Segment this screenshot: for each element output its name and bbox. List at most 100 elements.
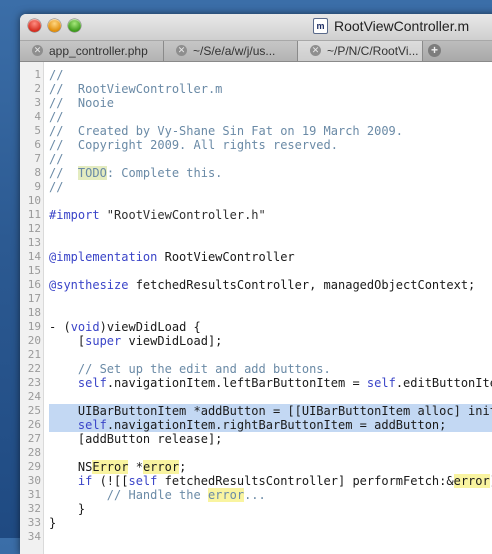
code-line[interactable]: 24 xyxy=(20,390,492,404)
code-line[interactable]: 20 [super viewDidLoad]; xyxy=(20,334,492,348)
add-tab-icon[interactable]: + xyxy=(428,44,441,57)
code-line[interactable]: 3 // Nooie xyxy=(20,96,492,110)
tab-root-view-controller[interactable]: ✕ ~/P/N/C/RootVi... xyxy=(298,41,423,61)
line-number: 13 xyxy=(27,236,41,249)
code-line[interactable]: 4 // xyxy=(20,110,492,124)
code-token: Error xyxy=(92,460,129,474)
code-line[interactable]: 27 [addButton release]; xyxy=(20,432,492,446)
tab-bar: ✕ app_controller.php ✕ ~/S/e/a/w/j/us...… xyxy=(20,41,492,62)
code-token: .editButtonItem; xyxy=(395,376,492,390)
code-line[interactable]: 25 UIBarButtonItem *addButton = [[UIBarB… xyxy=(20,404,492,418)
code-text: } xyxy=(49,516,56,530)
code-token: viewDidLoad]; xyxy=(121,334,223,348)
code-token: [addButton release]; xyxy=(49,432,223,446)
code-text: // xyxy=(49,180,63,194)
line-number: 12 xyxy=(27,222,41,235)
code-line[interactable]: 31 // Handle the error... xyxy=(20,488,492,502)
line-number: 2 xyxy=(34,82,41,95)
code-line[interactable]: 22 // Set up the edit and add buttons. xyxy=(20,362,492,376)
code-text: [addButton release]; xyxy=(49,432,223,446)
code-line[interactable]: 10 xyxy=(20,194,492,208)
line-number: 32 xyxy=(27,502,41,515)
tab-app-controller[interactable]: ✕ app_controller.php xyxy=(20,41,164,61)
tab-close-icon[interactable]: ✕ xyxy=(176,45,187,56)
code-token: error xyxy=(142,460,180,474)
code-token: // Set up the edit and add buttons. xyxy=(49,362,331,376)
line-number: 23 xyxy=(27,376,41,389)
tab-close-icon[interactable]: ✕ xyxy=(32,45,43,56)
code-line[interactable]: 19 - (void)viewDidLoad { xyxy=(20,320,492,334)
tab-user-file[interactable]: ✕ ~/S/e/a/w/j/us... xyxy=(164,41,298,61)
code-token: @implementation xyxy=(49,250,158,264)
line-number: 18 xyxy=(27,306,41,319)
line-number: 20 xyxy=(27,334,41,347)
code-token: @synthesize xyxy=(49,278,129,292)
code-token: // xyxy=(49,180,64,194)
code-token: // Handle the xyxy=(49,488,208,502)
code-line[interactable]: 15 xyxy=(20,264,492,278)
code-line[interactable]: 17 xyxy=(20,292,492,306)
code-line[interactable]: 29 NSError *error; xyxy=(20,460,492,474)
zoom-window-button[interactable] xyxy=(68,19,81,32)
code-editor[interactable]: 1//2// RootViewController.m 3// Nooie 4//5… xyxy=(20,62,492,554)
tab-close-icon[interactable]: ✕ xyxy=(310,45,321,56)
code-text: // Nooie xyxy=(49,96,114,110)
code-token: NS xyxy=(49,460,93,474)
line-number: 6 xyxy=(34,138,41,151)
code-line[interactable]: 6 // Copyright 2009. All rights reserved. xyxy=(20,138,492,152)
code-line[interactable]: 9 // xyxy=(20,180,492,194)
code-line[interactable]: 23 self.navigationItem.leftBarButtonItem… xyxy=(20,376,492,390)
line-number: 19 xyxy=(27,320,41,333)
code-line[interactable]: 16 @synthesize fetchedResultsController, … xyxy=(20,278,492,292)
line-number: 33 xyxy=(27,516,41,529)
code-line[interactable]: 21 xyxy=(20,348,492,362)
line-number: 4 xyxy=(34,110,41,123)
code-line[interactable]: 33} xyxy=(20,516,492,530)
code-token: * xyxy=(128,460,143,474)
code-line[interactable]: 28 xyxy=(20,446,492,460)
code-text: #import "RootViewController.h" xyxy=(49,208,266,222)
code-line[interactable]: 30 if (![[self fetchedResultsController]… xyxy=(20,474,492,488)
line-number: 22 xyxy=(27,362,41,375)
code-token: self xyxy=(77,376,107,390)
code-line[interactable]: 2 // RootViewController.m xyxy=(20,82,492,96)
code-line[interactable]: 1 // xyxy=(20,68,492,82)
code-line[interactable]: 12 xyxy=(20,222,492,236)
code-token: // xyxy=(49,110,64,124)
code-text: if (![[self fetchedResultsController] pe… xyxy=(49,474,492,488)
line-number: 8 xyxy=(34,166,41,179)
code-line[interactable]: 18 xyxy=(20,306,492,320)
close-window-button[interactable] xyxy=(28,19,41,32)
code-text: self.navigationItem.leftBarButtonItem = … xyxy=(49,376,492,390)
code-line[interactable]: 26 self.navigationItem.rightBarButtonIte… xyxy=(20,418,492,432)
code-line[interactable]: 8 // TODO: Complete this. xyxy=(20,166,492,180)
code-token: UIBarButtonItem *addButton = [[UIBarButt… xyxy=(77,404,492,418)
line-number: 10 xyxy=(27,194,41,207)
minimize-window-button[interactable] xyxy=(48,19,61,32)
line-number: 24 xyxy=(27,390,41,403)
code-line[interactable]: 34 xyxy=(20,530,492,544)
code-line[interactable]: 5 // Created by Vy-Shane Sin Fat on 19 Ma… xyxy=(20,124,492,138)
code-token: self xyxy=(366,376,396,390)
code-token: - ( xyxy=(49,320,71,334)
code-token: // xyxy=(49,166,78,180)
code-token: if xyxy=(77,474,93,488)
code-text: // xyxy=(49,68,63,82)
line-number: 30 xyxy=(27,474,41,487)
line-number: 26 xyxy=(27,418,41,431)
line-number: 25 xyxy=(27,404,41,417)
code-line[interactable]: 7 // xyxy=(20,152,492,166)
code-line[interactable]: 14 @implementation RootViewController xyxy=(20,250,492,264)
title-bar: m RootViewController.m xyxy=(20,14,492,41)
code-line[interactable]: 32 } xyxy=(20,502,492,516)
code-line[interactable]: 11 #import "RootViewController.h" xyxy=(20,208,492,222)
line-number: 1 xyxy=(34,68,41,81)
code-line[interactable]: 13 xyxy=(20,236,492,250)
line-number: 3 xyxy=(34,96,41,109)
code-token: // Created by Vy-Shane Sin Fat on 19 Mar… xyxy=(49,124,404,138)
code-token: .navigationItem.rightBarButtonItem = add… xyxy=(106,418,447,432)
editor-window: m RootViewController.m ✕ app_controller.… xyxy=(20,14,492,554)
line-number: 14 xyxy=(27,250,41,263)
